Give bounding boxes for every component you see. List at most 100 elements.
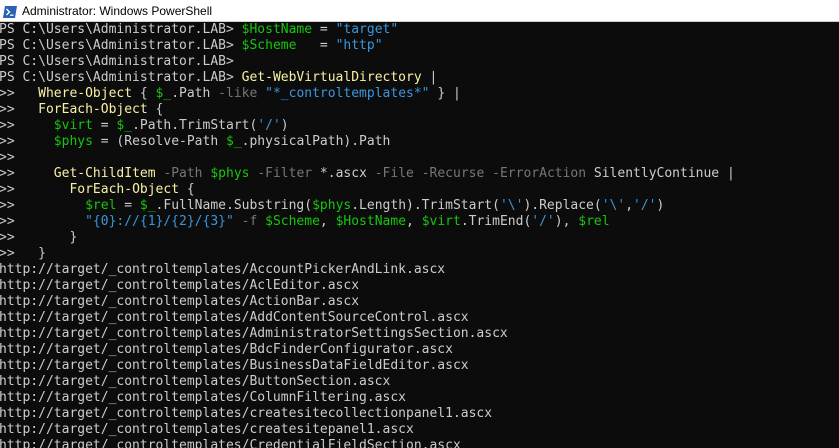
console-token: '/' [633, 198, 657, 213]
console-token: -Recurse [421, 166, 485, 181]
console-token: >> [0, 198, 86, 213]
console-line: >> ForEach-Object { [0, 102, 163, 118]
console-token: $_ [116, 118, 133, 133]
console-token: -Filter [257, 166, 313, 181]
console-line: http://target/_controltemplates/createsi… [0, 422, 414, 438]
window-title: Administrator: Windows PowerShell [22, 3, 213, 18]
console-output[interactable]: PS C:\Users\Administrator.LAB> $HostName… [0, 22, 839, 448]
console-token: $virt [53, 118, 93, 133]
console-line: http://target/_controltemplates/AccountP… [0, 262, 445, 278]
console-line: http://target/_controltemplates/BdcFinde… [0, 342, 453, 358]
console-token [257, 86, 265, 101]
console-token: $Scheme [265, 214, 320, 229]
console-token: >> [0, 118, 54, 133]
console-token: } | [429, 86, 461, 101]
console-token: '\' [601, 198, 626, 213]
console-line: >> $rel = $_.FullName.Substring($phys.Le… [0, 198, 664, 214]
console-line: >> $virt = $_.Path.TrimStart('/') [0, 118, 289, 134]
console-token: "http" [335, 38, 383, 53]
console-token: ForEach-Object [38, 102, 148, 117]
console-token: $phys [210, 166, 250, 181]
console-token: >> } [0, 230, 78, 245]
console-token: PS C:\Users\Administrator.LAB> [0, 70, 242, 85]
console-token: = (Resolve-Path [92, 134, 226, 149]
console-token: Where-Object [38, 86, 133, 101]
console-token: $virt [421, 214, 461, 229]
console-token: $rel [85, 198, 117, 213]
console-token: "target" [335, 22, 399, 37]
console-line: http://target/_controltemplates/Administ… [0, 326, 508, 342]
console-token: = [312, 22, 336, 37]
console-token [484, 166, 492, 181]
console-token: { [132, 86, 156, 101]
console-line: >> } [0, 230, 77, 246]
console-token: .TrimEnd( [460, 214, 532, 229]
console-token: = [92, 118, 117, 133]
console-token: = [116, 198, 140, 213]
window-title-bar[interactable]: Administrator: Windows PowerShell [0, 0, 839, 22]
console-line: http://target/_controltemplates/createsi… [0, 406, 492, 422]
console-token: http://target/_controltemplates/Credenti… [0, 438, 461, 448]
console-token: $HostName [241, 22, 313, 37]
console-token: >> [0, 214, 86, 229]
console-line: PS C:\Users\Administrator.LAB> [0, 54, 234, 70]
console-token: $HostName [335, 214, 407, 229]
console-token: >> [0, 182, 70, 197]
console-token: -like [218, 86, 258, 101]
console-token: http://target/_controltemplates/Administ… [0, 326, 508, 341]
console-token: -File [374, 166, 414, 181]
console-line: >> "{0}://{1}/{2}/{3}" -f $Scheme, $Host… [0, 214, 610, 230]
console-token: '\' [499, 198, 524, 213]
console-token: $_ [155, 86, 172, 101]
console-line: PS C:\Users\Administrator.LAB> $Scheme =… [0, 38, 383, 54]
console-token: -Path [163, 166, 203, 181]
console-token: ) [656, 198, 665, 213]
console-line: >> ForEach-Object { [0, 182, 195, 198]
console-token: $phys [53, 134, 93, 149]
console-token: .Path.TrimStart( [132, 118, 258, 133]
console-token: "{0}://{1}/{2}/{3}" [85, 214, 234, 229]
console-token: http://target/_controltemplates/ColumnFi… [0, 390, 406, 405]
console-token: >> } [0, 246, 46, 261]
console-token: http://target/_controltemplates/BdcFinde… [0, 342, 453, 357]
console-line: >> [0, 150, 15, 166]
console-token: "*_controltemplates*" [265, 86, 430, 101]
console-token: $_ [139, 198, 156, 213]
console-token: .Length).TrimStart( [351, 198, 500, 213]
console-token: $rel [578, 214, 610, 229]
console-token: -ErrorAction [492, 166, 587, 181]
console-line: http://target/_controltemplates/Business… [0, 358, 469, 374]
console-line: http://target/_controltemplates/AclEdito… [0, 278, 359, 294]
console-token [257, 214, 265, 229]
console-token: >> [0, 166, 54, 181]
console-token: >> [0, 86, 39, 101]
console-line: >> Get-ChildItem -Path $phys -Filter *.a… [0, 166, 735, 182]
console-token: '/' [531, 214, 555, 229]
console-token: .FullName.Substring( [155, 198, 313, 213]
console-token: ), [554, 214, 579, 229]
console-token: , [319, 214, 336, 229]
console-token: $phys [312, 198, 352, 213]
console-token: http://target/_controltemplates/ButtonSe… [0, 374, 391, 389]
console-token: *.ascx [312, 166, 375, 181]
console-token: $_ [226, 134, 242, 149]
console-token [414, 166, 422, 181]
console-token: >> [0, 134, 54, 149]
console-token: http://target/_controltemplates/createsi… [0, 406, 493, 421]
console-token: http://target/_controltemplates/Business… [0, 358, 469, 373]
console-token: http://target/_controltemplates/ActionBa… [0, 294, 360, 309]
console-line: http://target/_controltemplates/AddConte… [0, 310, 469, 326]
console-line: http://target/_controltemplates/Credenti… [0, 438, 461, 448]
console-token: http://target/_controltemplates/AccountP… [0, 262, 446, 277]
console-token: { [147, 102, 164, 117]
console-token: >> [0, 150, 15, 165]
console-token: .physicalPath).Path [241, 134, 391, 149]
console-token: >> [0, 102, 39, 117]
console-token: { [179, 182, 195, 197]
console-token: '/' [257, 118, 281, 133]
console-line: >> $phys = (Resolve-Path $_.physicalPath… [0, 134, 390, 150]
console-token: ).Replace( [523, 198, 602, 213]
console-token: , [625, 198, 634, 213]
console-token: -f [241, 214, 258, 229]
console-line: http://target/_controltemplates/ActionBa… [0, 294, 359, 310]
